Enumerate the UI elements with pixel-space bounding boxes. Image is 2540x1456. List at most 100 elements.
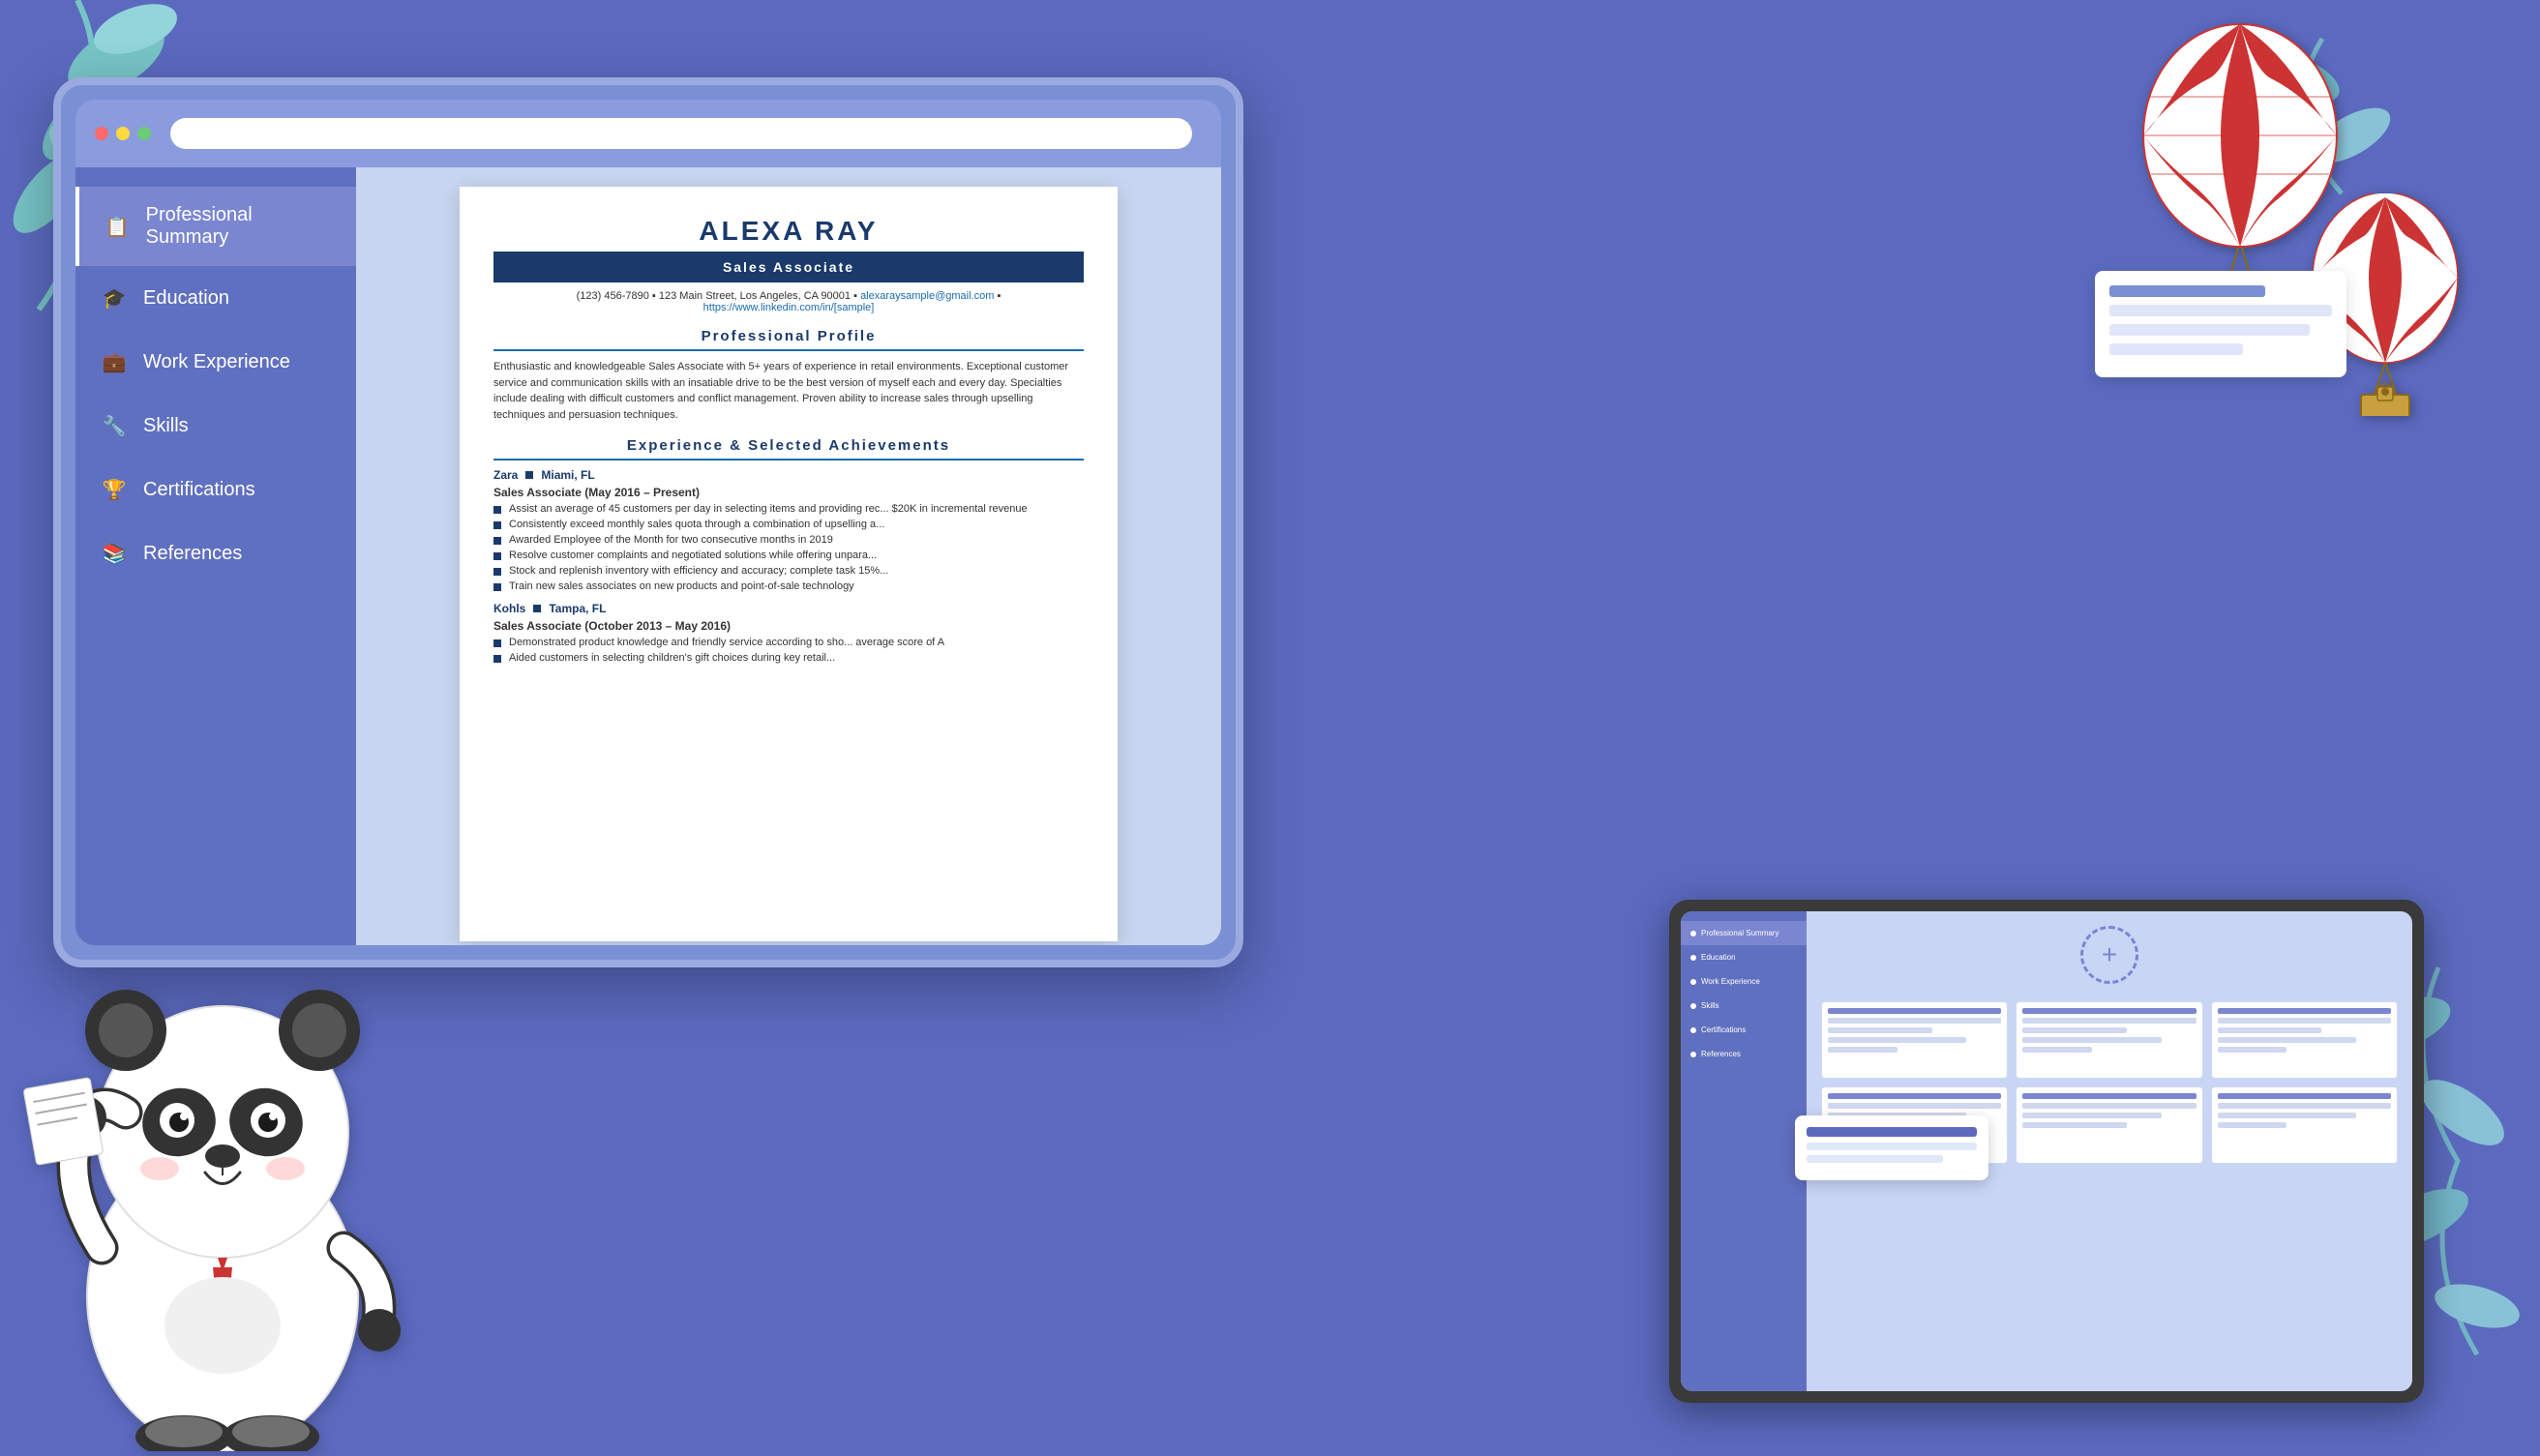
card-line [2022,1037,2161,1043]
graduation-icon: 🎓 [100,283,129,312]
device-dot [1690,979,1696,985]
add-template-button[interactable]: + [2080,926,2138,984]
sidebar-item-professional-summary[interactable]: 📋 Professional Summary [75,187,356,266]
browser-dot-red[interactable] [95,127,108,140]
resume-area: Alexa Ray Sales Associate (123) 456-7890… [356,167,1221,945]
employer-dot-kohls [533,605,541,612]
contact-sep3: ▪ [997,290,1001,302]
card-line [2022,1093,2196,1099]
device-dot [1690,1003,1696,1009]
device-nav-skills: Skills [1681,994,1807,1018]
content-area: 📋 Professional Summary 🎓 Education 💼 Wor… [75,167,1221,945]
briefcase-icon: 💼 [100,347,129,376]
contact-linkedin[interactable]: https://www.linkedin.com/in/[sample] [703,302,875,313]
template-card-5[interactable] [2016,1086,2202,1164]
sidebar-item-skills[interactable]: 🔧 Skills [75,394,356,458]
employer-zara: Zara Miami, FL [493,468,1084,482]
widget-row-3 [2109,324,2310,336]
bullet-zara-1: Assist an average of 45 customers per da… [493,503,1084,515]
sidebar-item-certifications[interactable]: 🏆 Certifications [75,458,356,521]
contact-phone: (123) 456-7890 [577,290,649,302]
sidebar-label-certifications: Certifications [143,479,255,501]
card-line [1828,1027,1932,1033]
bullet-text: Assist an average of 45 customers per da… [509,503,1028,515]
template-card-2[interactable] [2016,1001,2202,1079]
device-nav-professional-summary: Professional Summary [1681,921,1807,945]
employer-name-zara: Zara [493,468,518,482]
floating-card-line-3 [1807,1155,1943,1163]
device-nav-label: References [1701,1050,1741,1058]
device-nav-work-experience: Work Experience [1681,969,1807,994]
bullet-text: Aided customers in selecting children's … [509,652,835,664]
card-line [2022,1008,2196,1014]
browser-dots [95,127,151,140]
employer-kohls: Kohls Tampa, FL [493,602,1084,615]
device-sidebar: Professional Summary Education Work Expe… [1681,911,1807,1391]
job-title-zara: Sales Associate (May 2016 – Present) [493,486,1084,499]
device-nav-references: References [1681,1042,1807,1066]
device-nav-education: Education [1681,945,1807,969]
sidebar-label-skills: Skills [143,415,189,437]
browser-dot-green[interactable] [137,127,151,140]
card-line [2218,1027,2322,1033]
card-line [2022,1047,2092,1053]
bullet-icon [493,537,501,545]
browser-dot-yellow[interactable] [116,127,130,140]
sidebar-item-education[interactable]: 🎓 Education [75,266,356,330]
device-dot [1690,931,1696,936]
browser-address-bar[interactable] [170,118,1192,149]
ref-icon: 📚 [100,539,129,568]
employer-location-zara: Miami, FL [541,468,594,482]
bullet-text: Train new sales associates on new produc… [509,580,854,592]
card-line [1828,1008,2001,1014]
device-nav-label: Certifications [1701,1025,1746,1034]
widget-row-1 [2109,285,2265,297]
tablet-device: Professional Summary Education Work Expe… [1669,900,2424,1403]
sidebar-label-work-experience: Work Experience [143,351,290,373]
template-card-1[interactable] [1821,1001,2008,1079]
bullet-text: Demonstrated product knowledge and frien… [509,637,944,648]
cert-icon: 🏆 [100,475,129,504]
template-card-6[interactable] [2211,1086,2398,1164]
sidebar-item-work-experience[interactable]: 💼 Work Experience [75,330,356,394]
card-line [1828,1103,2001,1109]
card-line [2218,1113,2356,1118]
card-line [2218,1037,2356,1043]
laptop-frame: 📋 Professional Summary 🎓 Education 💼 Wor… [53,77,1243,967]
contact-address: 123 Main Street, Los Angeles, CA 90001 [659,290,851,302]
card-line [2022,1113,2161,1118]
bullet-zara-4: Resolve customer complaints and negotiat… [493,550,1084,561]
device-nav-certifications: Certifications [1681,1018,1807,1042]
bullet-icon [493,583,501,591]
section-title-experience: Experience & Selected Achievements [493,437,1084,461]
device-screen: Professional Summary Education Work Expe… [1681,911,2412,1391]
section-title-profile: Professional Profile [493,328,1084,351]
employer-location-kohls: Tampa, FL [549,602,606,615]
contact-sep1: ▪ [652,290,659,302]
resume-document: Alexa Ray Sales Associate (123) 456-7890… [460,187,1118,941]
bullet-zara-5: Stock and replenish inventory with effic… [493,565,1084,577]
device-nav-label: Work Experience [1701,977,1760,986]
device-nav-label: Skills [1701,1001,1719,1010]
sidebar-label-education: Education [143,287,229,310]
resume-contact: (123) 456-7890 ▪ 123 Main Street, Los An… [493,290,1084,313]
bullet-icon [493,506,501,514]
laptop-screen: 📋 Professional Summary 🎓 Education 💼 Wor… [75,100,1221,945]
contact-email[interactable]: alexaraysample@gmail.com [860,290,994,302]
card-line [1828,1018,2001,1024]
card-line [1828,1047,1898,1053]
card-line [2022,1027,2127,1033]
floating-card-line-1 [1807,1127,1977,1137]
job-title-kohls: Sales Associate (October 2013 – May 2016… [493,619,1084,633]
sidebar-item-references[interactable]: 📚 References [75,521,356,585]
template-card-3[interactable] [2211,1001,2398,1079]
card-line [2218,1093,2391,1099]
card-line [2218,1047,2287,1053]
bullet-text: Consistently exceed monthly sales quota … [509,519,884,530]
device-dot [1690,1027,1696,1033]
device-dot [1690,1052,1696,1057]
card-line [2218,1008,2391,1014]
employer-dot [525,471,533,479]
bullet-icon [493,655,501,663]
bullet-zara-3: Awarded Employee of the Month for two co… [493,534,1084,546]
